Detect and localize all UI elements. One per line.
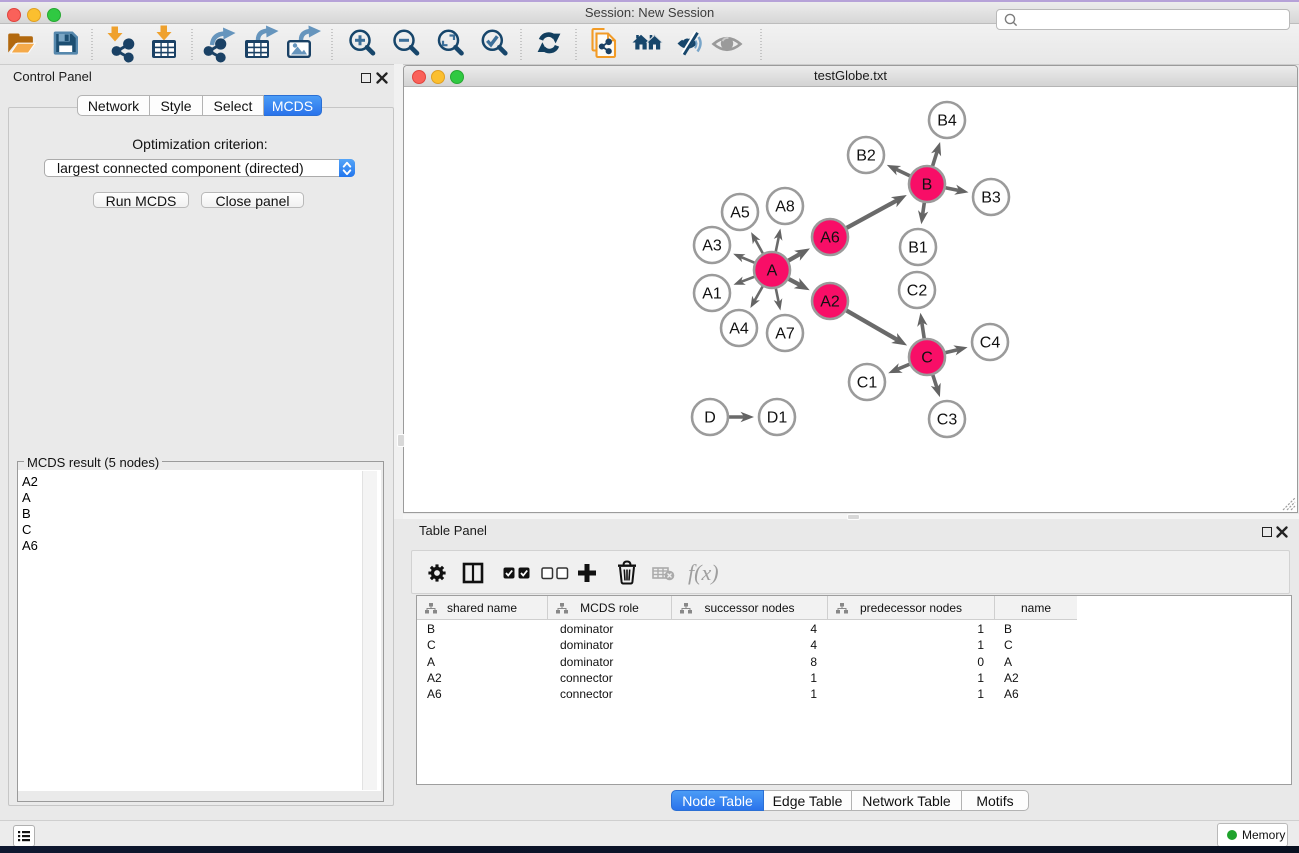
svg-text:A4: A4 <box>729 321 749 338</box>
svg-text:D: D <box>704 410 716 427</box>
svg-text:C2: C2 <box>907 283 928 300</box>
svg-text:A6: A6 <box>820 230 840 247</box>
svg-text:A1: A1 <box>702 286 722 303</box>
svg-text:C1: C1 <box>857 375 878 392</box>
svg-text:A3: A3 <box>702 238 722 255</box>
svg-text:C3: C3 <box>937 412 958 429</box>
svg-text:f(x): f(x) <box>688 560 719 585</box>
svg-text:A5: A5 <box>730 205 750 222</box>
svg-text:B: B <box>922 177 933 194</box>
svg-text:A8: A8 <box>775 199 795 216</box>
svg-text:B2: B2 <box>856 148 876 165</box>
svg-text:D1: D1 <box>767 410 788 427</box>
svg-text:B1: B1 <box>908 240 928 257</box>
svg-text:A2: A2 <box>820 294 840 311</box>
svg-text:C: C <box>921 350 933 367</box>
svg-text:A7: A7 <box>775 326 795 343</box>
svg-text:A: A <box>767 263 778 280</box>
svg-text:B4: B4 <box>937 113 957 130</box>
svg-text:B3: B3 <box>981 190 1001 207</box>
svg-text:C4: C4 <box>980 335 1001 352</box>
